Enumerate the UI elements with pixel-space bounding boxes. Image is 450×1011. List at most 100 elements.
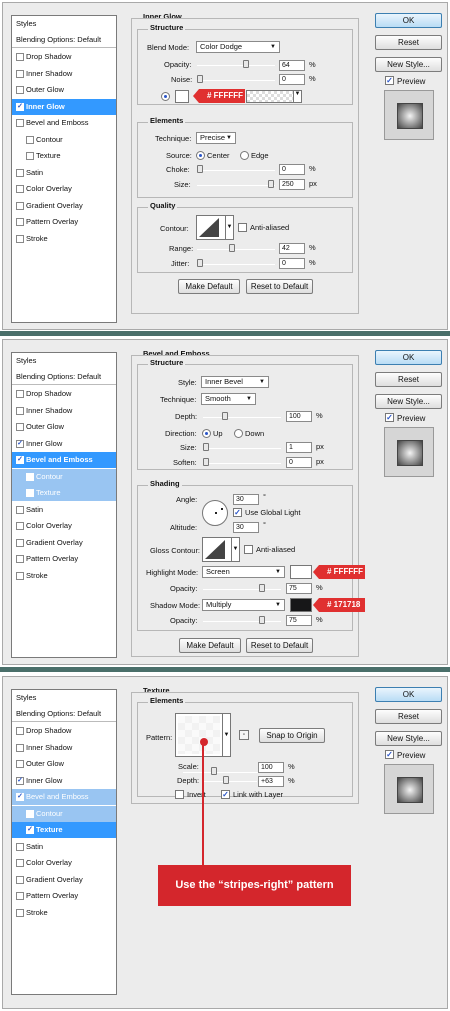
chevron-down-icon[interactable]: ▼ (294, 90, 302, 103)
style-item-stroke[interactable]: Stroke (12, 568, 116, 584)
shadow-opacity-input[interactable]: 75 (286, 615, 312, 626)
slider-thumb[interactable] (211, 767, 217, 775)
style-checkbox[interactable] (16, 538, 24, 547)
style-item-inner-glow[interactable]: ✓ Inner Glow (12, 436, 116, 452)
slider-thumb[interactable] (197, 165, 203, 173)
new-style-button[interactable]: New Style... (375, 57, 442, 72)
style-item-contour[interactable]: Contour (12, 468, 116, 485)
link-with-layer-checkbox[interactable]: ✓ (221, 790, 230, 799)
style-item-texture[interactable]: ✓ Texture (12, 822, 116, 838)
shadow-opacity-slider[interactable] (203, 616, 281, 624)
angle-input[interactable]: 30 (233, 494, 259, 505)
slider-thumb[interactable] (197, 75, 203, 83)
reset-button[interactable]: Reset (375, 372, 442, 387)
style-checkbox[interactable] (16, 201, 24, 210)
reset-to-default-button[interactable]: Reset to Default (246, 638, 313, 653)
style-item-outer-glow[interactable]: Outer Glow (12, 756, 116, 772)
style-item-bevel-and-emboss[interactable]: Bevel and Emboss (12, 115, 116, 131)
style-item-bevel-and-emboss[interactable]: ✓ Bevel and Emboss (12, 452, 116, 468)
style-item-inner-glow[interactable]: ✓ Inner Glow (12, 773, 116, 789)
style-checkbox[interactable] (16, 859, 24, 867)
style-checkbox[interactable]: ✓ (16, 456, 24, 464)
slider-thumb[interactable] (223, 776, 229, 784)
style-item-contour[interactable]: Contour (12, 132, 116, 148)
choke-slider[interactable] (197, 165, 275, 173)
blending-options-item[interactable]: Blending Options: Default (12, 32, 116, 48)
color-radio[interactable] (161, 92, 170, 101)
style-checkbox[interactable] (16, 555, 24, 563)
technique-select[interactable]: Precise ▼ (196, 132, 236, 144)
reset-to-default-button[interactable]: Reset to Default (246, 279, 313, 294)
source-center-radio[interactable] (196, 151, 205, 160)
pattern-picker[interactable] (175, 713, 223, 757)
style-select[interactable]: Inner Bevel ▼ (201, 376, 269, 388)
style-checkbox[interactable]: ✓ (16, 793, 24, 801)
style-item-drop-shadow[interactable]: Drop Shadow (12, 49, 116, 65)
style-checkbox[interactable] (16, 727, 24, 735)
new-style-button[interactable]: New Style... (375, 394, 442, 409)
highlight-opacity-slider[interactable] (203, 584, 281, 592)
style-item-gradient-overlay[interactable]: Gradient Overlay (12, 872, 116, 888)
new-style-button[interactable]: New Style... (375, 731, 442, 746)
style-checkbox[interactable] (16, 505, 24, 514)
style-checkbox[interactable] (16, 571, 24, 580)
snap-to-origin-button[interactable]: Snap to Origin (259, 728, 325, 743)
size-slider[interactable] (197, 180, 275, 188)
style-item-satin[interactable]: Satin (12, 839, 116, 855)
style-item-drop-shadow[interactable]: Drop Shadow (12, 723, 116, 739)
style-item-pattern-overlay[interactable]: Pattern Overlay (12, 214, 116, 230)
style-checkbox[interactable] (26, 152, 34, 160)
preview-checkbox[interactable]: ✓ (385, 413, 394, 422)
highlight-color-swatch[interactable] (290, 565, 312, 579)
style-checkbox[interactable] (16, 908, 24, 917)
altitude-input[interactable]: 30 (233, 522, 259, 533)
scale-slider[interactable] (183, 767, 261, 775)
jitter-slider[interactable] (197, 259, 275, 267)
shadow-mode-select[interactable]: Multiply ▼ (202, 599, 285, 611)
style-checkbox[interactable]: ✓ (16, 776, 24, 785)
highlight-opacity-input[interactable]: 75 (286, 583, 312, 594)
style-checkbox[interactable]: ✓ (16, 102, 24, 111)
style-checkbox[interactable] (16, 234, 24, 243)
direction-up-radio[interactable] (202, 429, 211, 438)
noise-slider[interactable] (197, 75, 275, 83)
new-preset-icon[interactable]: ▫ (239, 730, 249, 740)
style-checkbox[interactable] (16, 760, 24, 768)
reset-button[interactable]: Reset (375, 709, 442, 724)
style-item-stroke[interactable]: Stroke (12, 905, 116, 921)
soften-input[interactable]: 0 (286, 457, 312, 468)
style-checkbox[interactable] (16, 743, 24, 752)
make-default-button[interactable]: Make Default (179, 638, 241, 653)
invert-checkbox[interactable] (175, 790, 184, 799)
slider-thumb[interactable] (222, 412, 228, 420)
style-item-satin[interactable]: Satin (12, 502, 116, 518)
style-checkbox[interactable] (16, 218, 24, 226)
style-item-pattern-overlay[interactable]: Pattern Overlay (12, 888, 116, 904)
make-default-button[interactable]: Make Default (178, 279, 240, 294)
style-checkbox[interactable] (16, 423, 24, 431)
angle-dial[interactable] (202, 500, 228, 526)
slider-thumb[interactable] (259, 584, 265, 592)
style-item-color-overlay[interactable]: Color Overlay (12, 518, 116, 534)
chevron-down-icon[interactable]: ▼ (232, 537, 240, 562)
ok-button[interactable]: OK (375, 13, 442, 28)
style-item-texture[interactable]: Texture (12, 148, 116, 164)
choke-input[interactable]: 0 (279, 164, 305, 175)
source-edge-radio[interactable] (240, 151, 249, 160)
global-light-checkbox[interactable]: ✓ (233, 508, 242, 517)
style-checkbox[interactable] (26, 135, 34, 144)
opacity-input[interactable]: 64 (279, 60, 305, 71)
color-swatch[interactable] (175, 90, 189, 103)
depth-slider[interactable] (203, 412, 281, 420)
style-item-gradient-overlay[interactable]: Gradient Overlay (12, 198, 116, 214)
style-item-color-overlay[interactable]: Color Overlay (12, 181, 116, 197)
direction-down-radio[interactable] (234, 429, 243, 438)
blending-options-item[interactable]: Blending Options: Default (12, 369, 116, 385)
style-checkbox[interactable] (16, 875, 24, 884)
style-item-bevel-and-emboss[interactable]: ✓ Bevel and Emboss (12, 789, 116, 805)
style-item-satin[interactable]: Satin (12, 165, 116, 181)
range-slider[interactable] (197, 244, 275, 252)
style-checkbox[interactable] (16, 185, 24, 193)
slider-thumb[interactable] (243, 60, 249, 68)
shadow-color-swatch[interactable] (290, 598, 312, 612)
